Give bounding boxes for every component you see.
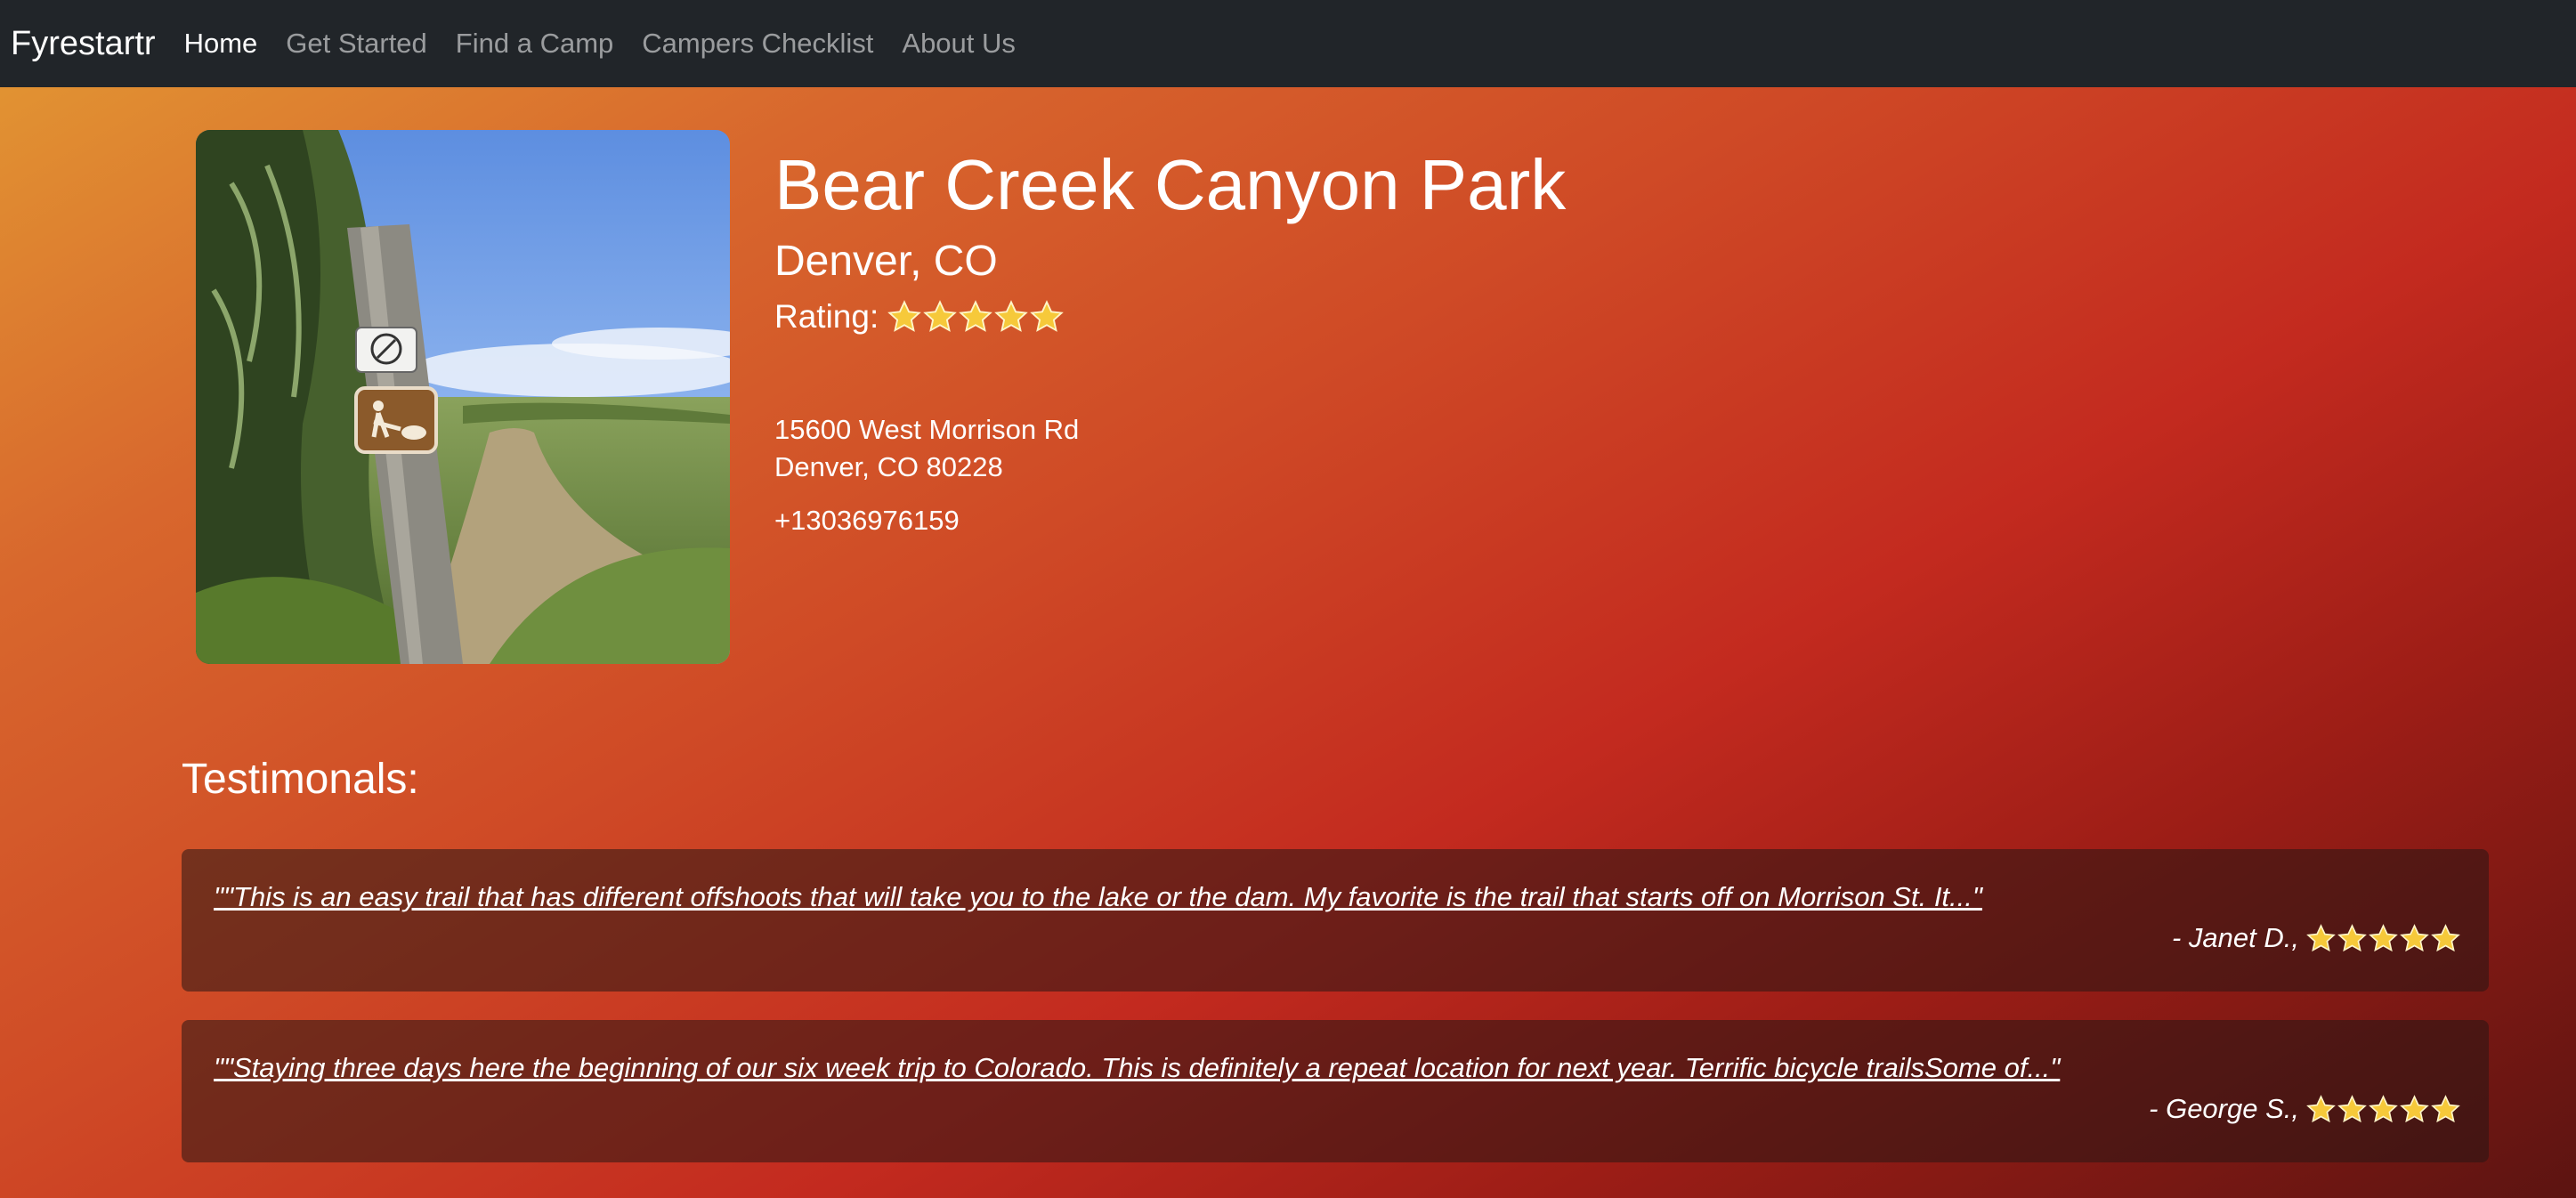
testimonial-rating-stars — [2306, 1094, 2462, 1124]
testimonial-author-name: - George S., — [2149, 1093, 2299, 1124]
navbar: Fyrestartr Home Get Started Find a Camp … — [0, 0, 2576, 87]
testimonial-quote-link[interactable]: ""This is an easy trail that has differe… — [214, 881, 2462, 913]
star-icon — [887, 300, 922, 332]
park-info: Bear Creek Canyon Park Denver, CO Rating… — [774, 142, 1566, 539]
park-photo — [196, 130, 730, 664]
star-icon — [923, 300, 958, 332]
star-icon — [1030, 300, 1065, 332]
star-icon — [2369, 923, 2398, 951]
address-line-1: 15600 West Morrison Rd — [774, 414, 1080, 445]
nav-campers-checklist[interactable]: Campers Checklist — [642, 28, 873, 60]
testimonial-card: ""This is an easy trail that has differe… — [182, 849, 2489, 992]
star-icon — [994, 300, 1029, 332]
testimonial-author: - Janet D., — [214, 922, 2462, 954]
star-icon — [2431, 1094, 2460, 1122]
star-icon — [2400, 923, 2429, 951]
nav-get-started[interactable]: Get Started — [286, 28, 427, 60]
park-rating-stars — [887, 300, 1065, 334]
park-phone: +13036976159 — [774, 505, 960, 536]
brand-logo[interactable]: Fyrestartr — [11, 25, 156, 63]
star-icon — [2337, 923, 2367, 951]
park-city: Denver, CO — [774, 238, 998, 285]
park-address: 15600 West Morrison Rd Denver, CO 80228 — [774, 411, 1566, 486]
star-icon — [959, 300, 993, 332]
nav-find-a-camp[interactable]: Find a Camp — [456, 28, 613, 60]
testimonial-quote-link[interactable]: ""Staying three days here the beginning … — [214, 1052, 2462, 1084]
star-icon — [2306, 1094, 2336, 1122]
star-icon — [2337, 1094, 2367, 1122]
nav-about-us[interactable]: About Us — [902, 28, 1016, 60]
park-name: Bear Creek Canyon Park — [774, 145, 1567, 224]
testimonial-author-name: - Janet D., — [2172, 922, 2299, 953]
testimonial-rating-stars — [2306, 923, 2462, 953]
rating-label: Rating: — [774, 298, 879, 335]
star-icon — [2400, 1094, 2429, 1122]
address-line-2: Denver, CO 80228 — [774, 451, 1003, 482]
star-icon — [2369, 1094, 2398, 1122]
nav-home[interactable]: Home — [184, 28, 258, 60]
testimonial-card: ""Staying three days here the beginning … — [182, 1020, 2489, 1162]
testimonials-heading: Testimonals: — [182, 756, 419, 803]
park-rating: Rating: — [774, 297, 1566, 336]
testimonial-author: - George S., — [214, 1093, 2462, 1125]
star-icon — [2431, 923, 2460, 951]
star-icon — [2306, 923, 2336, 951]
